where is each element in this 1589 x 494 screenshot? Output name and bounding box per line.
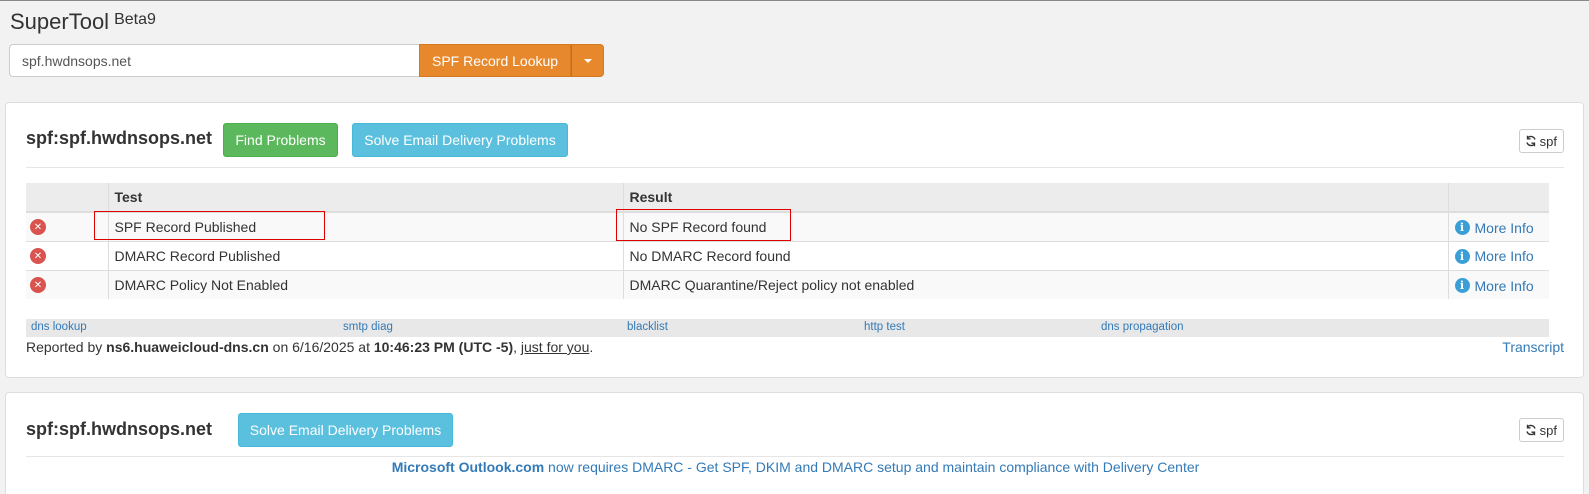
table-header-row: Test Result	[26, 183, 1549, 213]
results-table: Test Result ✕ SPF Record Published No SP…	[26, 183, 1549, 299]
result-cell: No DMARC Record found	[622, 240, 1448, 270]
info-header	[1447, 183, 1549, 213]
refresh-icon	[1525, 135, 1536, 147]
divider	[26, 167, 1564, 168]
app-brand[interactable]: SuperTool Beta9	[10, 9, 156, 35]
test-cell: DMARC Policy Not Enabled	[107, 269, 623, 299]
panel-title: spf:spf.hwdnsops.net	[26, 419, 212, 439]
solve-email-delivery-button[interactable]: Solve Email Delivery Problems	[238, 413, 453, 447]
more-info-link[interactable]: i More Info	[1454, 248, 1534, 265]
reported-time: 10:46:23 PM (UTC -5)	[373, 339, 514, 355]
result-cell: DMARC Quarantine/Reject policy not enabl…	[622, 269, 1448, 299]
transcript-link[interactable]: Transcript	[1502, 339, 1564, 355]
refresh-icon	[1525, 424, 1536, 436]
reported-period: .	[589, 339, 594, 355]
spf-lookup-button[interactable]: SPF Record Lookup	[419, 44, 572, 77]
highlight-box-result	[616, 209, 791, 241]
blacklist-link[interactable]: blacklist	[627, 321, 668, 333]
more-info-label: More Info	[1474, 248, 1534, 265]
search-input[interactable]	[9, 44, 419, 77]
dns-propagation-link[interactable]: dns propagation	[1101, 321, 1183, 333]
reported-on: on 6/16/2025 at	[268, 339, 374, 355]
divider	[26, 456, 1564, 457]
refresh-button[interactable]: spf	[1518, 418, 1564, 442]
info-icon: i	[1454, 278, 1470, 293]
more-info-label: More Info	[1474, 277, 1534, 294]
error-icon: ✕	[30, 248, 46, 265]
app-version: Beta9	[114, 11, 156, 28]
test-header: Test	[107, 183, 623, 213]
notice-bold: Microsoft Outlook.com	[391, 459, 545, 475]
status-cell: ✕	[26, 240, 108, 270]
table-row: ✕ DMARC Record Published No DMARC Record…	[26, 240, 1549, 270]
delivery-center-notice[interactable]: Microsoft Outlook.com now requires DMARC…	[6, 459, 1585, 475]
lookup-dropdown-button[interactable]	[571, 44, 605, 77]
solve-email-delivery-button[interactable]: Solve Email Delivery Problems	[352, 123, 568, 157]
smtp-diag-link[interactable]: smtp diag	[343, 321, 393, 333]
result-header: Result	[622, 183, 1448, 213]
refresh-label: spf	[1539, 422, 1557, 438]
status-header	[26, 183, 108, 213]
highlight-box-test	[94, 211, 325, 240]
reported-by-text: Reported by ns6.huaweicloud-dns.cn on 6/…	[26, 339, 593, 355]
spf-secondary-panel: spf:spf.hwdnsops.net Solve Email Deliver…	[5, 392, 1584, 494]
test-cell: DMARC Record Published	[107, 240, 623, 270]
reported-comma: ,	[513, 339, 521, 355]
top-border	[0, 0, 1589, 1]
refresh-button[interactable]: spf	[1518, 129, 1564, 153]
spf-results-panel: spf:spf.hwdnsops.net Find Problems Solve…	[5, 102, 1584, 378]
more-info-cell: i More Info	[1447, 269, 1549, 299]
more-info-link[interactable]: i More Info	[1454, 219, 1534, 236]
more-info-cell: i More Info	[1447, 240, 1549, 270]
more-info-label: More Info	[1474, 219, 1534, 236]
app-name: SuperTool	[10, 9, 110, 34]
refresh-label: spf	[1539, 133, 1557, 149]
info-icon: i	[1454, 248, 1470, 264]
search-bar: SPF Record Lookup	[9, 44, 605, 77]
info-icon: i	[1454, 220, 1470, 235]
panel-title: spf:spf.hwdnsops.net	[26, 128, 212, 148]
dns-lookup-link[interactable]: dns lookup	[31, 321, 87, 333]
more-info-link[interactable]: i More Info	[1454, 277, 1534, 294]
error-icon: ✕	[30, 277, 46, 294]
http-test-link[interactable]: http test	[864, 321, 905, 333]
find-problems-button[interactable]: Find Problems	[223, 123, 338, 157]
error-icon: ✕	[30, 219, 46, 236]
reporting-server: ns6.huaweicloud-dns.cn	[106, 339, 269, 355]
just-for-you-link[interactable]: just for you	[521, 339, 589, 355]
tool-links-bar: dns lookup smtp diag blacklist http test…	[26, 319, 1549, 337]
status-cell: ✕	[26, 269, 108, 299]
table-row: ✕ DMARC Policy Not Enabled DMARC Quarant…	[26, 269, 1549, 299]
notice-text: now requires DMARC - Get SPF, DKIM and D…	[544, 459, 1200, 475]
caret-down-icon	[583, 58, 592, 63]
reported-prefix: Reported by	[26, 339, 107, 355]
more-info-cell: i More Info	[1447, 211, 1549, 241]
